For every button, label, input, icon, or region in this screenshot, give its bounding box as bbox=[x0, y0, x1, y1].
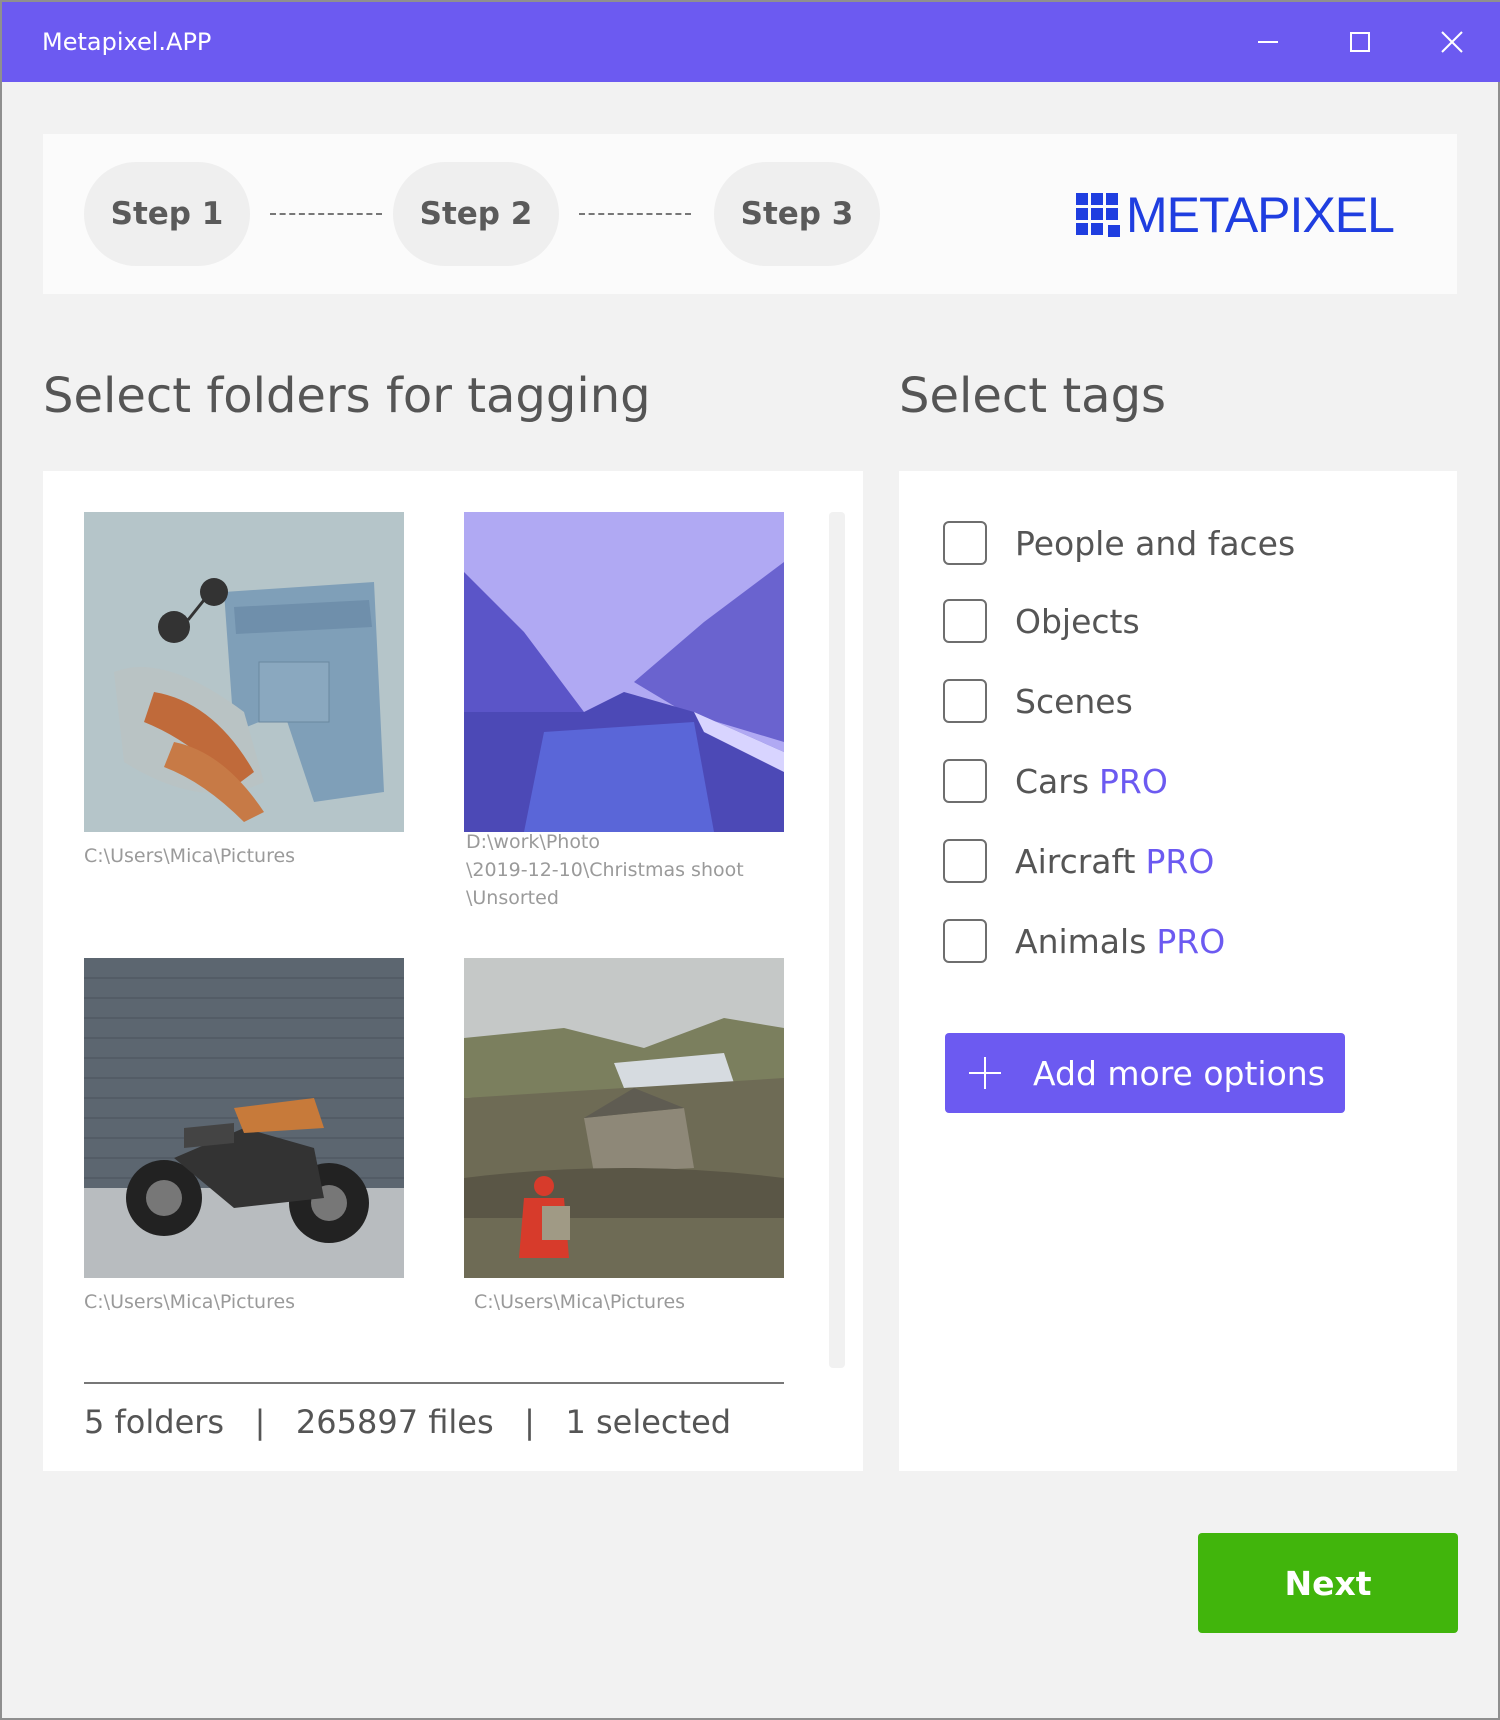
app-window: Metapixel.APP Step 1 Step 2 Step 3 METAP… bbox=[0, 0, 1500, 1720]
metapixel-logo: METAPIXEL bbox=[1076, 187, 1395, 243]
folders-scrollbar[interactable] bbox=[829, 512, 845, 1368]
folders-panel: C:\Users\Mica\Pictures D:\work\Photo \20… bbox=[43, 471, 863, 1471]
folder-thumbnail[interactable] bbox=[84, 958, 404, 1278]
folder-thumbnail[interactable] bbox=[464, 512, 784, 832]
pro-badge: PRO bbox=[1145, 841, 1215, 881]
folder-path: D:\work\Photo \2019-12-10\Christmas shoo… bbox=[466, 828, 786, 912]
tag-option-aircraft[interactable]: Aircraft PRO bbox=[943, 838, 1214, 884]
folder-thumbnail[interactable] bbox=[464, 958, 784, 1278]
logo-text: METAPIXEL bbox=[1126, 187, 1395, 243]
folder-count: 5 folders bbox=[84, 1403, 225, 1441]
tag-option-objects[interactable]: Objects bbox=[943, 598, 1140, 644]
maximize-icon bbox=[1350, 32, 1370, 52]
next-button[interactable]: Next bbox=[1198, 1533, 1458, 1633]
folder-stats: 5 folders | 265897 files | 1 selected bbox=[84, 1403, 731, 1441]
tag-option-people-and-faces[interactable]: People and faces bbox=[943, 520, 1295, 566]
logo-pixel-icon bbox=[1076, 193, 1120, 237]
close-icon bbox=[1441, 31, 1463, 53]
selected-count: 1 selected bbox=[565, 1403, 732, 1441]
tag-label: Aircraft bbox=[1015, 841, 1136, 881]
folder-thumbnail[interactable] bbox=[84, 512, 404, 832]
tags-panel: People and faces Objects Scenes Cars PRO… bbox=[899, 471, 1457, 1471]
tag-label: Objects bbox=[1015, 601, 1140, 641]
tag-option-cars[interactable]: Cars PRO bbox=[943, 758, 1168, 804]
plus-icon bbox=[969, 1057, 1001, 1089]
add-more-options-label: Add more options bbox=[1033, 1053, 1325, 1093]
snowy-river-image bbox=[464, 512, 784, 832]
close-button[interactable] bbox=[1406, 2, 1498, 82]
pro-badge: PRO bbox=[1099, 761, 1168, 801]
step-connector bbox=[579, 213, 691, 215]
hiker-landscape-image bbox=[464, 958, 784, 1278]
step-1-pill[interactable]: Step 1 bbox=[84, 162, 250, 266]
minimize-button[interactable] bbox=[1222, 2, 1314, 82]
tag-label: People and faces bbox=[1015, 523, 1296, 563]
tag-checkbox[interactable] bbox=[943, 599, 987, 643]
title-bar: Metapixel.APP bbox=[2, 2, 1500, 82]
tags-section-title: Select tags bbox=[899, 368, 1167, 424]
folder-path: C:\Users\Mica\Pictures bbox=[84, 845, 296, 867]
step-3-pill[interactable]: Step 3 bbox=[714, 162, 880, 266]
tag-option-scenes[interactable]: Scenes bbox=[943, 678, 1133, 724]
maximize-button[interactable] bbox=[1314, 2, 1406, 82]
tag-checkbox[interactable] bbox=[943, 759, 987, 803]
tag-checkbox[interactable] bbox=[943, 839, 987, 883]
stats-separator: | bbox=[524, 1403, 535, 1441]
folder-path: C:\Users\Mica\Pictures bbox=[474, 1291, 686, 1313]
file-count: 265897 files bbox=[295, 1403, 494, 1441]
folder-path: C:\Users\Mica\Pictures bbox=[84, 1291, 296, 1313]
minimize-icon bbox=[1258, 41, 1278, 43]
tag-label: Animals bbox=[1015, 921, 1147, 961]
folders-section-title: Select folders for tagging bbox=[43, 368, 651, 424]
tag-label: Scenes bbox=[1015, 681, 1133, 721]
stepper: Step 1 Step 2 Step 3 METAPIXEL bbox=[43, 134, 1457, 294]
pro-badge: PRO bbox=[1156, 921, 1226, 961]
step-connector bbox=[270, 213, 382, 215]
folder-path-text: D:\work\Photo \2019-12-10\Christmas shoo… bbox=[466, 831, 744, 909]
tag-checkbox[interactable] bbox=[943, 919, 987, 963]
tag-checkbox[interactable] bbox=[943, 521, 987, 565]
add-more-options-button[interactable]: Add more options bbox=[945, 1033, 1345, 1113]
denim-shorts-image bbox=[84, 512, 404, 832]
motorcycle-image bbox=[84, 958, 404, 1278]
footer-divider bbox=[84, 1382, 784, 1384]
tag-checkbox[interactable] bbox=[943, 679, 987, 723]
tag-option-animals[interactable]: Animals PRO bbox=[943, 918, 1225, 964]
stats-separator: | bbox=[254, 1403, 266, 1441]
tag-label: Cars bbox=[1015, 761, 1090, 801]
app-title: Metapixel.APP bbox=[42, 28, 212, 56]
step-2-pill[interactable]: Step 2 bbox=[393, 162, 559, 266]
